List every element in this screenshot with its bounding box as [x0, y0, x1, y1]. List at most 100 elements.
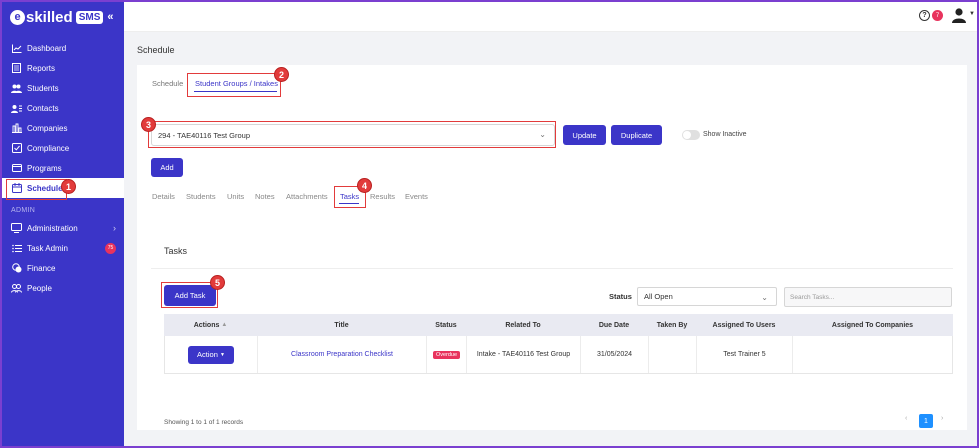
caret-down-icon: ▼ — [220, 351, 225, 358]
sidebar-item-people[interactable]: People — [0, 278, 124, 298]
collapse-sidebar-icon[interactable]: « — [107, 11, 113, 23]
sidebar-item-contacts[interactable]: Contacts — [0, 98, 124, 118]
list-icon — [11, 243, 22, 253]
show-inactive-toggle[interactable] — [682, 130, 700, 140]
column-header-actions[interactable]: Actions ▲ — [164, 314, 257, 336]
chevron-right-icon: › — [113, 223, 116, 233]
column-header-due-date[interactable]: Due Date — [580, 314, 648, 336]
programs-icon — [11, 163, 22, 173]
notification-badge[interactable]: 7 — [932, 10, 943, 21]
action-label: Action — [197, 350, 218, 359]
assigned-companies-cell — [793, 336, 952, 373]
table-header: Actions ▲ Title Status Related To Due Da… — [164, 314, 953, 336]
status-filter-label: Status — [609, 292, 632, 301]
sidebar-item-dashboard[interactable]: Dashboard — [0, 38, 124, 58]
sort-icon: ▲ — [221, 322, 228, 328]
status-cell: Overdue — [427, 336, 467, 373]
actions-cell: Action ▼ — [165, 336, 258, 373]
callout-box-schedule — [6, 179, 67, 200]
nav-section-admin: ADMIN — [11, 207, 36, 214]
sidebar-item-label: People — [27, 283, 52, 293]
building-icon — [11, 123, 22, 133]
subtab-events[interactable]: Events — [405, 192, 428, 201]
sidebar-item-students[interactable]: Students — [0, 78, 124, 98]
monitor-icon — [11, 223, 22, 233]
sidebar-nav: Dashboard Reports Students Contacts Comp… — [0, 38, 124, 298]
sidebar-item-label: Programs — [27, 163, 62, 173]
column-header-label: Actions — [193, 321, 220, 329]
update-button[interactable]: Update — [563, 125, 606, 145]
page-title: Schedule — [137, 45, 175, 55]
sidebar-item-label: Task Admin — [27, 243, 68, 253]
status-filter-select[interactable]: All Open ⌄ — [637, 287, 777, 306]
subtab-units[interactable]: Units — [227, 192, 244, 201]
tasks-table: Actions ▲ Title Status Related To Due Da… — [164, 314, 953, 374]
next-page-icon[interactable]: › — [941, 415, 943, 422]
table-row: Action ▼ Classroom Preparation Checklist… — [164, 336, 953, 374]
subtab-attachments[interactable]: Attachments — [286, 192, 328, 201]
callout-number-3: 3 — [141, 117, 156, 132]
logo[interactable]: e skilled SMS « — [10, 8, 114, 26]
tab-schedule[interactable]: Schedule — [152, 79, 183, 88]
logo-text: skilled — [26, 8, 73, 26]
search-tasks-input[interactable]: Search Tasks... — [784, 287, 952, 307]
callout-number-1: 1 — [61, 179, 76, 194]
sidebar-item-reports[interactable]: Reports — [0, 58, 124, 78]
sidebar-item-companies[interactable]: Companies — [0, 118, 124, 138]
sidebar-item-label: Reports — [27, 63, 56, 73]
sidebar-item-label: Contacts — [27, 103, 59, 113]
chevron-down-icon[interactable]: ▼ — [969, 11, 975, 17]
sidebar-item-label: Compliance — [27, 143, 70, 153]
column-header-related-to[interactable]: Related To — [466, 314, 580, 336]
status-filter-value: All Open — [644, 292, 673, 301]
previous-page-icon[interactable]: ‹ — [905, 415, 907, 422]
logo-mark: e — [10, 9, 25, 25]
subtab-details[interactable]: Details — [152, 192, 175, 201]
title-cell: Classroom Preparation Checklist — [258, 336, 427, 373]
add-button[interactable]: Add — [151, 158, 183, 177]
column-header-status[interactable]: Status — [426, 314, 466, 336]
people-icon — [11, 283, 22, 293]
related-to-cell: Intake - TAE40116 Test Group — [467, 336, 581, 373]
assigned-users-cell: Test Trainer 5 — [697, 336, 793, 373]
chevron-down-icon: ⌄ — [761, 293, 768, 302]
sidebar-item-label: Administration — [27, 223, 78, 233]
task-admin-count-badge: 75 — [105, 242, 116, 254]
column-header-assigned-users[interactable]: Assigned To Users — [696, 314, 792, 336]
callout-box-student-groups — [187, 73, 281, 97]
show-inactive-label: Show Inactive — [703, 131, 747, 138]
tasks-title: Tasks — [164, 246, 188, 256]
sidebar-item-compliance[interactable]: Compliance — [0, 138, 124, 158]
callout-box-add-task — [161, 282, 218, 308]
callout-number-5: 5 — [210, 275, 225, 290]
sidebar-item-label: Dashboard — [27, 43, 67, 53]
sidebar-item-programs[interactable]: Programs — [0, 158, 124, 178]
chart-line-icon — [11, 43, 22, 53]
top-bar: ? 7 ▼ — [124, 0, 979, 32]
help-icon[interactable]: ? — [919, 10, 930, 21]
column-header-assigned-companies[interactable]: Assigned To Companies — [792, 314, 953, 336]
subtab-students[interactable]: Students — [186, 192, 216, 201]
user-avatar-icon[interactable] — [951, 7, 967, 23]
subtab-results[interactable]: Results — [370, 192, 395, 201]
column-header-title[interactable]: Title — [257, 314, 426, 336]
action-dropdown-button[interactable]: Action ▼ — [188, 345, 234, 364]
divider — [151, 268, 953, 269]
sidebar-item-task-admin[interactable]: Task Admin 75 — [0, 238, 124, 258]
sidebar: e skilled SMS « Dashboard Reports Studen… — [0, 0, 124, 448]
duplicate-button[interactable]: Duplicate — [611, 125, 662, 145]
compliance-icon — [11, 143, 22, 153]
sidebar-item-label: Students — [27, 83, 59, 93]
subtab-notes[interactable]: Notes — [255, 192, 275, 201]
logo-sms-badge: SMS — [75, 10, 104, 24]
due-date-cell: 31/05/2024 — [581, 336, 649, 373]
tasks-card: Tasks Add Task Status All Open ⌄ Search … — [137, 224, 967, 430]
status-badge: Overdue — [432, 350, 461, 359]
task-title-link[interactable]: Classroom Preparation Checklist — [291, 351, 393, 358]
contact-card-icon — [11, 103, 22, 113]
sidebar-item-administration[interactable]: Administration › — [0, 218, 124, 238]
column-header-taken-by[interactable]: Taken By — [648, 314, 696, 336]
coins-icon — [11, 263, 22, 273]
sidebar-item-finance[interactable]: Finance — [0, 258, 124, 278]
page-1-button[interactable]: 1 — [919, 414, 933, 428]
